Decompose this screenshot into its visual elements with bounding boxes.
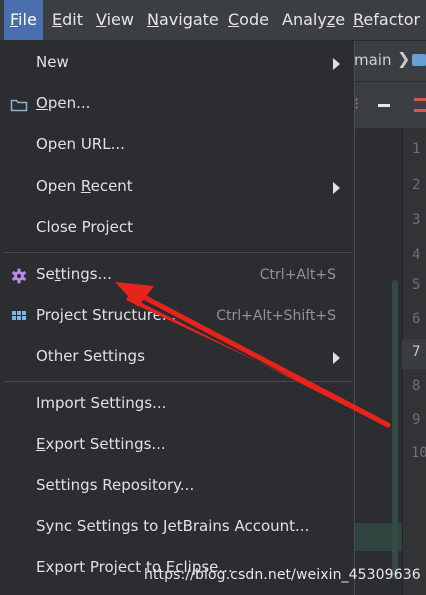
folder-icon <box>412 54 426 66</box>
line-number: 4 <box>412 247 421 263</box>
menu-code[interactable]: Code <box>222 0 275 40</box>
menu-analyze[interactable]: Analyze <box>276 0 351 40</box>
menu-item-export-settings[interactable]: Export Settings... <box>4 426 352 466</box>
breadcrumb-separator-icon: ❯ <box>397 49 411 68</box>
watermark-text: https://blog.csdn.net/weixin_45309636 <box>144 567 421 583</box>
line-number: 3 <box>412 212 421 228</box>
shortcut-label: Ctrl+Alt+Shift+S <box>216 308 336 324</box>
menu-edit[interactable]: Edit <box>46 0 89 40</box>
menu-item-import-settings[interactable]: Import Settings... <box>4 385 352 425</box>
menu-item-settings-repository[interactable]: Settings Repository... <box>4 467 352 507</box>
line-number: 1 <box>412 141 421 157</box>
menu-item-open-recent[interactable]: Open Recent <box>4 168 352 208</box>
menu-bar: File Edit View Navigate Code Analyze Ref… <box>0 0 426 41</box>
menu-item-other-settings[interactable]: Other Settings <box>4 338 352 378</box>
line-number: 8 <box>412 378 421 394</box>
folder-icon <box>10 99 28 112</box>
line-number: 9 <box>412 412 421 428</box>
structure-tab-icon[interactable] <box>414 98 426 112</box>
hide-icon[interactable] <box>378 104 390 107</box>
project-structure-icon <box>12 311 26 320</box>
navigation-bar: main ❯ <box>354 41 426 81</box>
menu-item-settings[interactable]: Settings... Ctrl+Alt+S <box>4 256 352 296</box>
line-number: 10 <box>411 445 426 461</box>
menu-navigate[interactable]: Navigate <box>141 0 225 40</box>
submenu-arrow-icon <box>333 352 340 364</box>
file-menu-dropdown: New Open... Open URL... Open Recent Clos… <box>0 41 355 595</box>
menu-item-new[interactable]: New <box>4 44 352 84</box>
submenu-arrow-icon <box>333 58 340 70</box>
line-number: 7 <box>412 344 421 360</box>
menu-item-project-structure[interactable]: Project Structure... Ctrl+Alt+Shift+S <box>4 297 352 337</box>
project-scrollbar[interactable] <box>392 280 398 580</box>
menu-item-open-url[interactable]: Open URL... <box>4 126 352 166</box>
menu-view[interactable]: View <box>90 0 140 40</box>
tool-window-header: ⁝ <box>354 82 426 129</box>
shortcut-label: Ctrl+Alt+S <box>259 267 336 283</box>
line-number: 6 <box>412 311 421 327</box>
menu-refactor[interactable]: Refactor <box>347 0 426 40</box>
menu-separator <box>4 252 352 253</box>
line-number: 2 <box>412 177 421 193</box>
menu-item-open[interactable]: Open... <box>4 85 352 125</box>
gear-icon <box>12 268 26 284</box>
line-number: 5 <box>412 277 421 293</box>
menu-item-sync-settings[interactable]: Sync Settings to JetBrains Account... <box>4 508 352 548</box>
menu-item-close-project[interactable]: Close Project <box>4 209 352 249</box>
submenu-arrow-icon <box>333 182 340 194</box>
menu-separator <box>4 381 352 382</box>
breadcrumb-main[interactable]: main <box>354 51 391 69</box>
menu-file[interactable]: File <box>4 0 43 40</box>
